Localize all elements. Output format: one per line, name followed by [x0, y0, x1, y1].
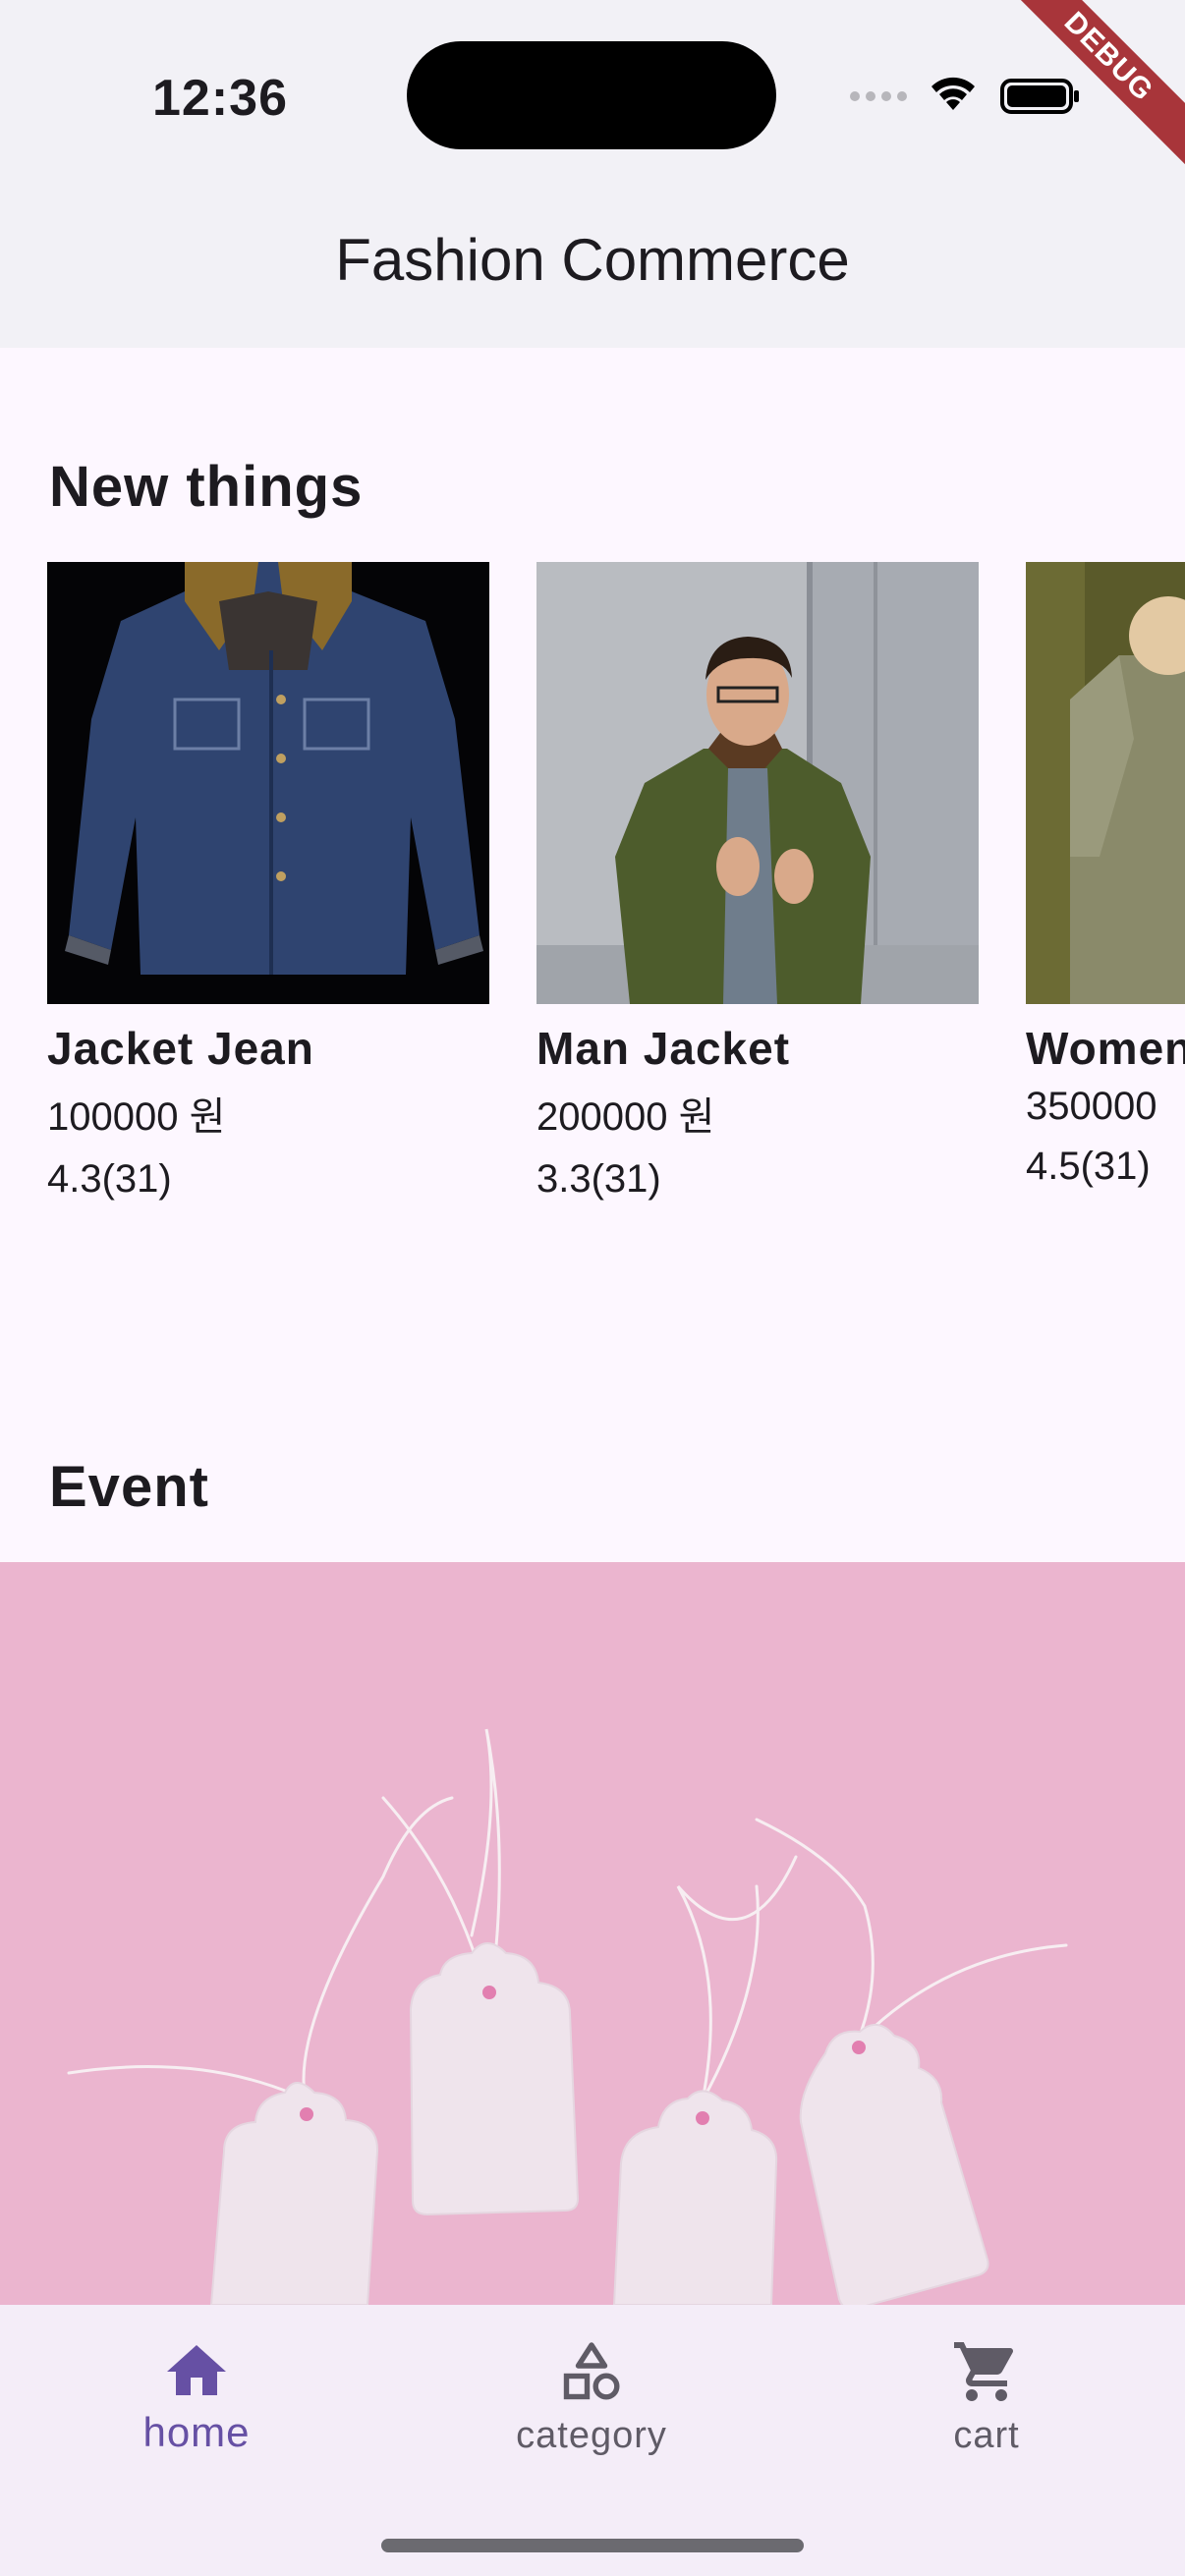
product-name: Jacket Jean — [47, 1023, 314, 1074]
status-icons — [850, 77, 1079, 114]
nav-label-home: home — [142, 2409, 251, 2455]
product-card-jacket-jean[interactable]: Jacket Jean 100000 원 4.3(31) — [47, 562, 489, 1202]
nav-label-category: category — [516, 2415, 667, 2456]
product-price: 200000 원 — [536, 1095, 715, 1139]
home-indicator[interactable] — [381, 2539, 804, 2552]
nav-item-cart[interactable]: cart — [839, 2336, 1134, 2457]
nav-label-cart: cart — [953, 2415, 1020, 2456]
battery-icon — [1000, 79, 1079, 114]
home-icon — [167, 2345, 226, 2395]
product-card-women[interactable]: Women 350000 4.5(31) — [1026, 562, 1185, 1189]
nav-item-category[interactable]: category — [444, 2336, 739, 2457]
product-price: 100000 원 — [47, 1095, 226, 1139]
product-rating: 4.3(31) — [47, 1157, 172, 1201]
product-card-man-jacket[interactable]: Man Jacket 200000 원 3.3(31) — [536, 562, 979, 1202]
status-time: 12:36 — [152, 70, 288, 127]
section-title-event: Event — [49, 1455, 209, 1519]
app-bar: Fashion Commerce — [0, 196, 1185, 348]
product-rating: 3.3(31) — [536, 1157, 661, 1201]
dynamic-island — [407, 41, 776, 149]
product-image — [536, 562, 979, 1004]
section-title-new-things: New things — [49, 455, 364, 519]
product-name: Women — [1026, 1023, 1185, 1074]
product-rating: 4.5(31) — [1026, 1145, 1151, 1188]
category-icon — [563, 2342, 620, 2400]
product-carousel[interactable]: Jacket Jean 100000 원 4.3(31) Man Jacket — [0, 562, 1185, 1230]
cart-icon — [954, 2342, 1014, 2401]
wifi-icon — [931, 77, 975, 110]
app-title: Fashion Commerce — [335, 227, 850, 293]
event-banner[interactable] — [0, 1562, 1185, 2305]
nav-item-home[interactable]: home — [49, 2336, 344, 2456]
product-image — [47, 562, 489, 1004]
status-bar: 12:36 DEBUG — [0, 0, 1185, 196]
cellular-signal-icon — [850, 91, 907, 101]
product-price: 350000 — [1026, 1085, 1157, 1128]
product-name: Man Jacket — [536, 1023, 791, 1074]
product-image — [1026, 562, 1185, 1004]
bottom-navigation-bar: home category cart — [0, 2305, 1185, 2576]
